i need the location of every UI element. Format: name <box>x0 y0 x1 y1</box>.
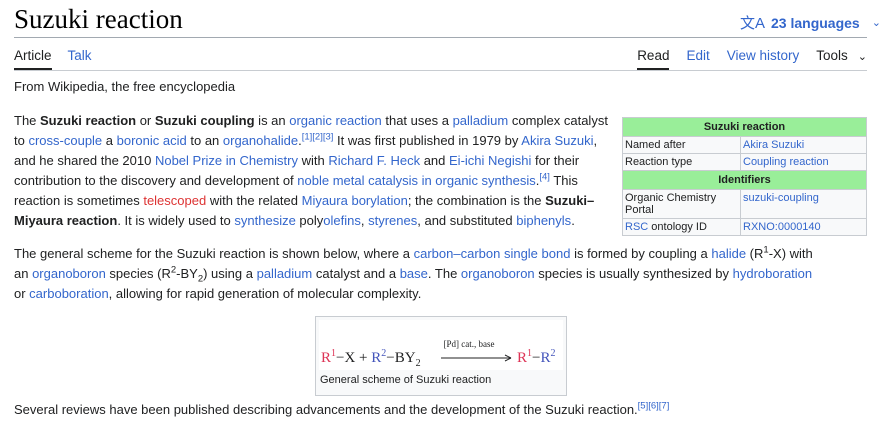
link[interactable]: Nobel Prize in Chemistry <box>155 153 298 168</box>
infobox-value-link[interactable]: Akira Suzuki <box>740 136 867 154</box>
infobox: Suzuki reaction Named after Akira Suzuki… <box>622 117 867 236</box>
link[interactable]: organohalide <box>223 133 298 148</box>
infobox-label: Organic Chemistry Portal <box>622 189 741 219</box>
link[interactable]: base <box>400 266 428 281</box>
infobox-label-link[interactable]: RSC <box>625 221 648 233</box>
bold-term: Suzuki reaction <box>40 113 137 128</box>
r2-index: 2 <box>551 348 556 359</box>
tab-read[interactable]: Read <box>637 48 670 70</box>
link[interactable]: palladium <box>453 113 509 128</box>
infobox-label: Named after <box>622 136 741 154</box>
tools-menu[interactable]: Tools ⌄ <box>816 48 867 70</box>
tabs-divider <box>14 70 867 71</box>
tab-article[interactable]: Article <box>14 48 52 70</box>
citation-link[interactable]: [4] <box>539 171 550 182</box>
infobox-row: Named after Akira Suzuki <box>622 136 867 154</box>
link[interactable]: Akira Suzuki <box>521 133 593 148</box>
infobox-row: Reaction type Coupling reaction <box>622 153 867 171</box>
site-tagline: From Wikipedia, the free encyclopedia <box>14 79 236 94</box>
boron-subscript: 2 <box>416 358 421 369</box>
link[interactable]: hydroboration <box>733 266 813 281</box>
link[interactable]: olefins <box>323 213 361 228</box>
link[interactable]: biphenyls <box>516 213 571 228</box>
r2-symbol: R <box>540 350 550 366</box>
namespace-tabs: Article Talk <box>14 48 108 70</box>
infobox-value-link[interactable]: suzuki-coupling <box>740 189 867 219</box>
infobox-label-text: ontology ID <box>648 221 707 233</box>
tab-talk[interactable]: Talk <box>68 48 92 70</box>
bond-dash: − <box>532 350 540 366</box>
tab-view-history[interactable]: View history <box>727 48 800 70</box>
reaction-scheme-image[interactable]: R1−X + R2−BY2 R1−R2 [Pd] cat., base <box>319 320 563 370</box>
page-title: Suzuki reaction <box>14 4 183 34</box>
svg-text:R1−X + R2−BY2: R1−X + R2−BY2 <box>321 348 421 369</box>
link[interactable]: organoboron <box>32 266 106 281</box>
link[interactable]: synthesize <box>234 213 295 228</box>
languages-label: 23 languages <box>771 14 860 31</box>
link[interactable]: boronic acid <box>117 133 187 148</box>
title-divider <box>14 37 867 38</box>
link[interactable]: carboboration <box>29 286 109 301</box>
link[interactable]: noble metal catalysis in organic synthes… <box>297 173 535 188</box>
svg-text:R1−R2: R1−R2 <box>517 348 556 366</box>
citation-link[interactable]: [1][2][3] <box>302 132 334 143</box>
link[interactable]: styrenes <box>368 213 417 228</box>
intro-paragraph: The Suzuki reaction or Suzuki coupling i… <box>14 113 608 228</box>
infobox-row: Organic Chemistry Portal suzuki-coupling <box>622 189 867 219</box>
link[interactable]: organic reaction <box>289 113 382 128</box>
scheme-paragraph: The general scheme for the Suzuki reacti… <box>14 244 813 301</box>
link[interactable]: Richard F. Heck <box>328 153 420 168</box>
figure-caption: General scheme of Suzuki reaction <box>320 374 492 386</box>
languages-button[interactable]: 文A 23 languages ⌄ <box>740 12 881 33</box>
infobox-label: Reaction type <box>622 153 741 171</box>
r1-symbol: R <box>517 350 527 366</box>
reaction-scheme: R1−X + R2−BY2 R1−R2 [Pd] cat., base <box>321 339 556 369</box>
translate-icon: 文A <box>740 15 766 32</box>
view-tabs: Read Edit View history Tools ⌄ <box>620 48 867 70</box>
infobox-value-link[interactable]: RXNO:0000140 <box>740 218 867 236</box>
link[interactable]: organoboron <box>461 266 535 281</box>
chevron-down-icon: ⌄ <box>857 51 867 63</box>
tab-edit[interactable]: Edit <box>686 48 709 70</box>
reviews-paragraph: Several reviews have been published desc… <box>14 400 670 417</box>
reaction-figure: R1−X + R2−BY2 R1−R2 [Pd] cat., base Gene… <box>315 316 567 396</box>
infobox-title: Suzuki reaction <box>622 117 867 137</box>
bold-term: Suzuki coupling <box>154 113 255 128</box>
infobox-section-header: Identifiers <box>622 170 867 190</box>
link[interactable]: carbon–carbon single bond <box>414 246 571 261</box>
tools-label: Tools <box>816 48 848 63</box>
boron-part: −BY <box>386 350 415 366</box>
link[interactable]: Ei-ichi Negishi <box>449 153 531 168</box>
infobox-label: RSC ontology ID <box>622 218 741 236</box>
infobox-row: RSC ontology ID RXNO:0000140 <box>622 218 867 236</box>
link[interactable]: palladium <box>257 266 313 281</box>
link[interactable]: halide <box>711 246 746 261</box>
redlink[interactable]: telescoped <box>143 193 206 208</box>
link[interactable]: Miyaura borylation <box>302 193 408 208</box>
link[interactable]: cross-couple <box>28 133 102 148</box>
reaction-condition: [Pd] cat., base <box>444 339 495 349</box>
r1-symbol: R <box>321 350 331 366</box>
chevron-down-icon: ⌄ <box>871 17 881 29</box>
infobox-value-link[interactable]: Coupling reaction <box>740 153 867 171</box>
r2-symbol: R <box>371 350 381 366</box>
citation-link[interactable]: [5][6][7] <box>638 401 670 412</box>
halide-part: −X + <box>336 350 371 366</box>
